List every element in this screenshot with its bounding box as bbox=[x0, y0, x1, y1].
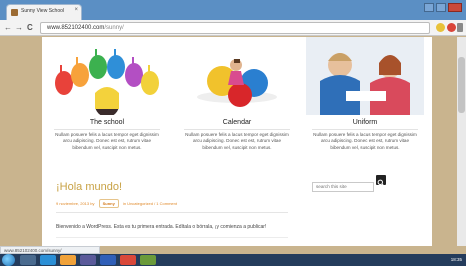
school-image bbox=[48, 37, 166, 117]
site-favicon-icon bbox=[11, 9, 18, 16]
url-path: /sunny/ bbox=[104, 25, 124, 31]
browser-tab[interactable]: Sunny View School × bbox=[6, 4, 82, 20]
bookmark-star-icon[interactable] bbox=[436, 23, 445, 32]
feature-divider bbox=[184, 129, 290, 130]
status-bar: www.852102400.com/sunny/ bbox=[0, 246, 100, 254]
feature-uniform: Uniform Nullam posuere felis a lacus tem… bbox=[306, 37, 424, 151]
search-input[interactable] bbox=[312, 181, 374, 192]
reload-button[interactable]: C bbox=[27, 23, 33, 33]
uniform-image bbox=[306, 37, 424, 115]
feature-heading: Uniform bbox=[352, 119, 378, 126]
address-bar[interactable]: www.852102400.com/sunny/ bbox=[40, 22, 430, 34]
search-icon bbox=[377, 179, 385, 187]
feature-heading: Calendar bbox=[222, 119, 252, 126]
taskbar-word-icon[interactable] bbox=[100, 255, 116, 265]
browser-title-bar: Sunny View School × bbox=[0, 0, 466, 20]
calendar-image bbox=[178, 37, 296, 115]
page-scrollbar[interactable] bbox=[457, 37, 466, 246]
start-button-icon[interactable] bbox=[2, 254, 15, 266]
taskbar-folder-icon[interactable] bbox=[60, 255, 76, 265]
close-window-button[interactable] bbox=[448, 3, 462, 12]
feature-calendar: Calendar Nullam posuere felis a lacus te… bbox=[178, 37, 296, 151]
extension-icon[interactable] bbox=[447, 23, 456, 32]
web-page: The school Nullam posuere felis a lacus … bbox=[42, 37, 432, 246]
search-form bbox=[312, 175, 386, 193]
feature-description: Nullam posuere felis a lacus tempor eget… bbox=[313, 132, 417, 150]
back-button[interactable]: ← bbox=[4, 23, 12, 33]
taskbar-explorer-icon[interactable] bbox=[20, 255, 36, 265]
feature-school: The school Nullam posuere felis a lacus … bbox=[48, 37, 166, 151]
feature-description: Nullam posuere felis a lacus tempor eget… bbox=[185, 132, 289, 150]
url-host-rest: 00.com bbox=[84, 25, 105, 31]
post-meta: 9 noviembre, 2013 by Sunny in Uncategori… bbox=[56, 199, 177, 208]
minimize-button[interactable] bbox=[424, 3, 434, 12]
menu-icon[interactable] bbox=[457, 23, 463, 32]
taskbar-media-icon[interactable] bbox=[80, 255, 96, 265]
post-date[interactable]: 9 noviembre, 2013 by bbox=[56, 201, 94, 206]
tab-title: Sunny View School bbox=[21, 8, 64, 14]
post-divider bbox=[56, 237, 288, 238]
post-divider bbox=[56, 212, 288, 213]
feature-description: Nullam posuere felis a lacus tempor eget… bbox=[55, 132, 159, 150]
post-body: Bienvenido a WordPress. Esta es tu prime… bbox=[56, 224, 267, 230]
post-category[interactable]: in Uncategorized / 1 Comment bbox=[123, 201, 177, 206]
system-clock[interactable]: 18:35 bbox=[451, 256, 462, 264]
post-author[interactable]: Sunny bbox=[98, 199, 119, 208]
post-title[interactable]: ¡Hola mundo! bbox=[56, 181, 122, 193]
tab-close-icon[interactable]: × bbox=[74, 7, 78, 13]
feature-heading: The school bbox=[89, 119, 125, 126]
url-host: www.8521024 bbox=[47, 25, 85, 31]
feature-divider bbox=[312, 129, 418, 130]
search-button[interactable] bbox=[376, 175, 386, 187]
maximize-button[interactable] bbox=[436, 3, 446, 12]
os-taskbar: 18:35 bbox=[0, 254, 466, 266]
feature-divider bbox=[54, 129, 160, 130]
forward-button[interactable]: → bbox=[15, 23, 23, 33]
browser-toolbar: ← → C www.852102400.com/sunny/ bbox=[0, 20, 466, 36]
scrollbar-thumb[interactable] bbox=[458, 57, 465, 113]
taskbar-ie-icon[interactable] bbox=[40, 255, 56, 265]
window-controls bbox=[424, 3, 462, 12]
taskbar-chrome-icon[interactable] bbox=[120, 255, 136, 265]
taskbar-app-icon[interactable] bbox=[140, 255, 156, 265]
